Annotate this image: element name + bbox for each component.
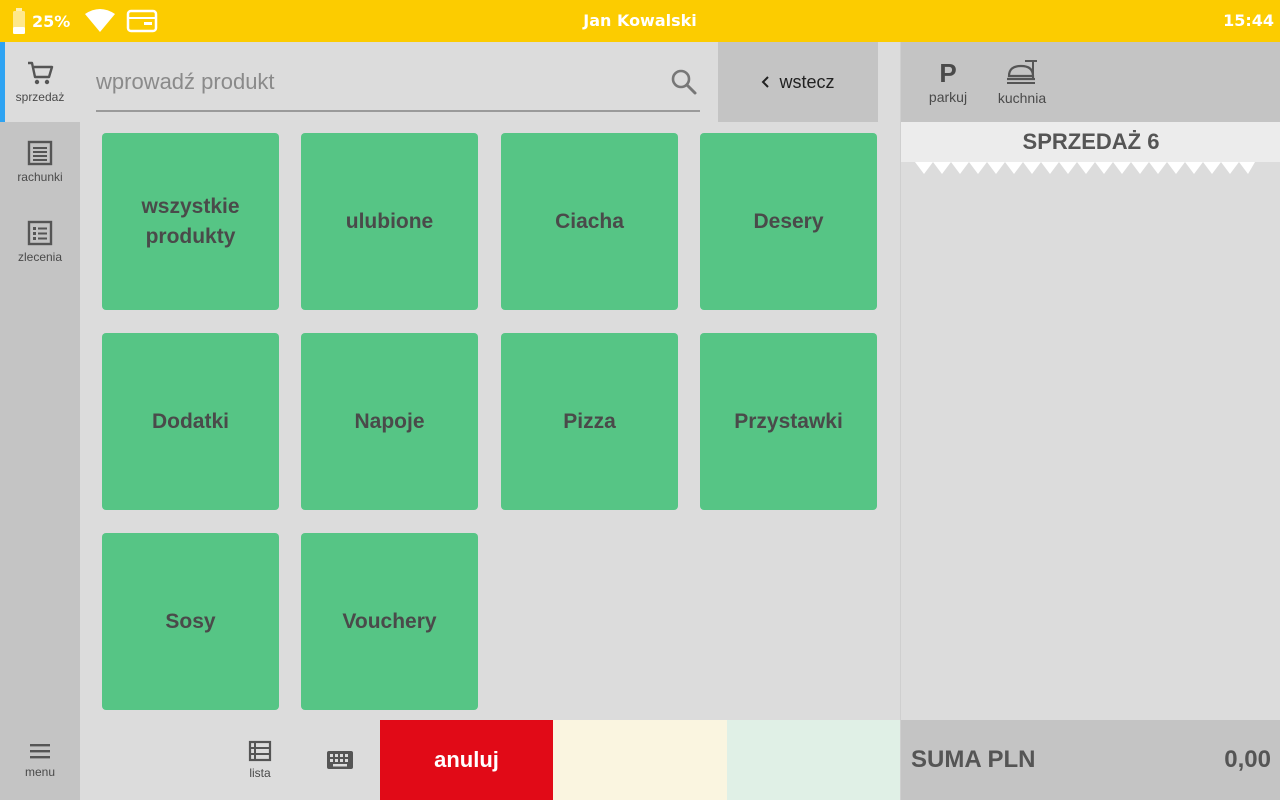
menu-button[interactable]: menu [0,720,80,800]
category-label: ulubione [345,209,434,233]
cancel-button[interactable]: anuluj [380,720,553,800]
list-view-icon [248,740,272,762]
kitchen-icon [1007,60,1037,84]
search-icon[interactable] [670,68,698,96]
keyboard-icon [327,751,353,769]
receipt-icon [27,140,53,166]
nav-item-label: rachunki [17,170,63,184]
category-tile[interactable]: wszystkie produkty [102,133,279,310]
back-button[interactable]: wstecz [718,42,878,122]
list-view-label: lista [249,766,271,780]
kitchen-button[interactable]: kuchnia [991,42,1053,122]
park-icon: P [939,58,957,88]
category-label: Pizza [563,409,616,433]
sale-title: SPRZEDAŻ 6 [901,122,1280,162]
sale-panel: P parkuj kuchnia SPRZEDAŻ 6 SUMA PLN 0,0… [900,42,1280,800]
nav-item-receipts[interactable]: rachunki [0,122,80,202]
clock: 15:44 [1223,11,1274,30]
receipt-edge [915,162,1255,174]
kitchen-label: kuchnia [997,90,1047,106]
category-label: Desery [753,209,824,233]
category-label: Vouchery [342,609,437,633]
list-view-button[interactable]: lista [240,720,280,800]
sum-bar: SUMA PLN 0,00 [901,720,1280,800]
park-label: parkuj [928,89,968,105]
menu-label: menu [24,765,56,779]
back-button-label: wstecz [779,71,835,92]
sale-toolbar: P parkuj kuchnia [901,42,1280,122]
category-label: wszystkie produkty [141,194,240,248]
sum-label: SUMA PLN [911,746,1036,773]
category-tile[interactable]: Sosy [102,533,279,710]
nav-item-label: zlecenia [17,250,63,264]
nav-item-sale[interactable]: sprzedaż [0,42,80,122]
category-tile[interactable]: Napoje [301,333,478,510]
search-input[interactable] [96,58,656,106]
action-slot-1[interactable] [553,720,727,800]
sum-value: 0,00 [1224,746,1271,773]
category-tile[interactable]: Pizza [501,333,678,510]
keyboard-button[interactable] [322,720,358,800]
category-label: Dodatki [151,409,229,433]
hamburger-icon [30,744,50,759]
category-tile[interactable]: Dodatki [102,333,279,510]
nav-item-label: sprzedaż [15,90,65,104]
search-bar [96,58,700,112]
cart-icon [28,61,54,85]
status-bar: 25% Jan Kowalski 15:44 [0,0,1280,42]
user-name: Jan Kowalski [583,11,697,30]
category-tile[interactable]: ulubione [301,133,478,310]
category-tile[interactable]: Ciacha [501,133,678,310]
chevron-left-icon [762,76,770,88]
category-label: Ciacha [555,209,624,233]
category-tile[interactable]: Desery [700,133,877,310]
category-label: Sosy [165,609,216,633]
park-button[interactable]: P parkuj [923,42,973,122]
category-tile[interactable]: Przystawki [700,333,877,510]
nav-item-orders[interactable]: zlecenia [0,202,80,282]
list-icon [27,220,53,246]
left-navigation: sprzedaż rachunki zlecenia menu [0,42,80,800]
category-tile[interactable]: Vouchery [301,533,478,710]
action-slot-2[interactable] [727,720,900,800]
category-label: Napoje [354,409,425,433]
category-label: Przystawki [734,409,843,433]
cancel-label: anuluj [434,747,499,772]
